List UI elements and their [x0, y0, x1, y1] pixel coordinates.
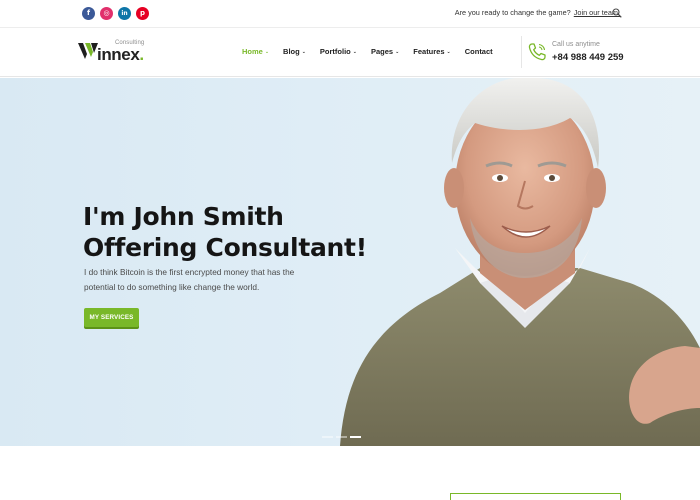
nav-item-home[interactable]: Home ⌄	[242, 47, 269, 56]
nav-item-blog[interactable]: Blog ⌄	[283, 47, 306, 56]
hero-title: I'm John Smith Offering Consultant!	[83, 201, 367, 263]
slider-dot-2[interactable]	[336, 436, 347, 438]
call-number[interactable]: +84 988 449 259	[552, 52, 624, 63]
logo-wordmark: innex.	[97, 45, 144, 65]
linkedin-icon[interactable]: in	[118, 7, 131, 20]
nav-label: Home	[242, 47, 263, 56]
hero-title-line-2: Offering Consultant!	[83, 233, 367, 262]
main-header: Consulting innex. Home ⌄ Blog ⌄ Portfolio ⌄…	[0, 28, 700, 77]
hero-slider: I'm John Smith Offering Consultant! I do…	[0, 78, 700, 446]
below-fold-box	[450, 493, 621, 500]
nav-label: Contact	[464, 47, 493, 56]
hero-title-line-1: I'm John Smith	[83, 202, 284, 231]
nav-label: Features	[413, 47, 445, 56]
hero-desc-line-2: potential to do something like change th…	[84, 282, 260, 292]
chevron-down-icon: ⌄	[301, 49, 306, 55]
logo[interactable]: Consulting innex.	[78, 40, 158, 66]
topbar-message: Are you ready to change the game? Join o…	[455, 8, 620, 17]
chevron-down-icon: ⌄	[395, 49, 400, 55]
nav-item-pages[interactable]: Pages ⌄	[371, 47, 399, 56]
instagram-icon[interactable]: ◎	[100, 7, 113, 20]
nav-item-portfolio[interactable]: Portfolio ⌄	[320, 47, 357, 56]
facebook-icon[interactable]: f	[82, 7, 95, 20]
nav-item-contact[interactable]: Contact	[465, 47, 493, 56]
call-label: Call us anytime	[552, 41, 600, 48]
main-nav: Home ⌄ Blog ⌄ Portfolio ⌄ Pages ⌄ Features ⌄ …	[242, 47, 507, 56]
chevron-down-icon: ⌄	[264, 49, 270, 55]
logo-mark-icon	[78, 43, 98, 59]
pinterest-icon[interactable]: p	[136, 7, 149, 20]
chevron-down-icon: ⌄	[446, 49, 451, 55]
slider-dot-3[interactable]	[350, 436, 361, 438]
nav-item-features[interactable]: Features ⌄	[413, 47, 450, 56]
logo-word: innex	[97, 45, 140, 64]
slider-pagination	[322, 436, 361, 438]
hero-description: I do think Bitcoin is the first encrypte…	[84, 265, 354, 295]
nav-label: Pages	[370, 47, 394, 56]
phone-icon[interactable]	[527, 42, 547, 62]
topbar-prompt: Are you ready to change the game?	[454, 8, 571, 17]
social-links: f ◎ in p	[82, 7, 149, 20]
my-services-button[interactable]: MY SERVICES	[84, 308, 139, 327]
chevron-down-icon: ⌄	[352, 49, 357, 55]
logo-dot: .	[139, 45, 144, 64]
slider-dot-1[interactable]	[322, 436, 333, 438]
hero-desc-line-1: I do think Bitcoin is the first encrypte…	[84, 267, 295, 277]
header-divider	[521, 36, 522, 68]
nav-label: Portfolio	[319, 47, 351, 56]
search-icon[interactable]	[612, 8, 622, 18]
hero-portrait-image	[340, 78, 700, 446]
nav-label: Blog	[283, 47, 300, 56]
top-bar: f ◎ in p Are you ready to change the gam…	[0, 0, 700, 28]
